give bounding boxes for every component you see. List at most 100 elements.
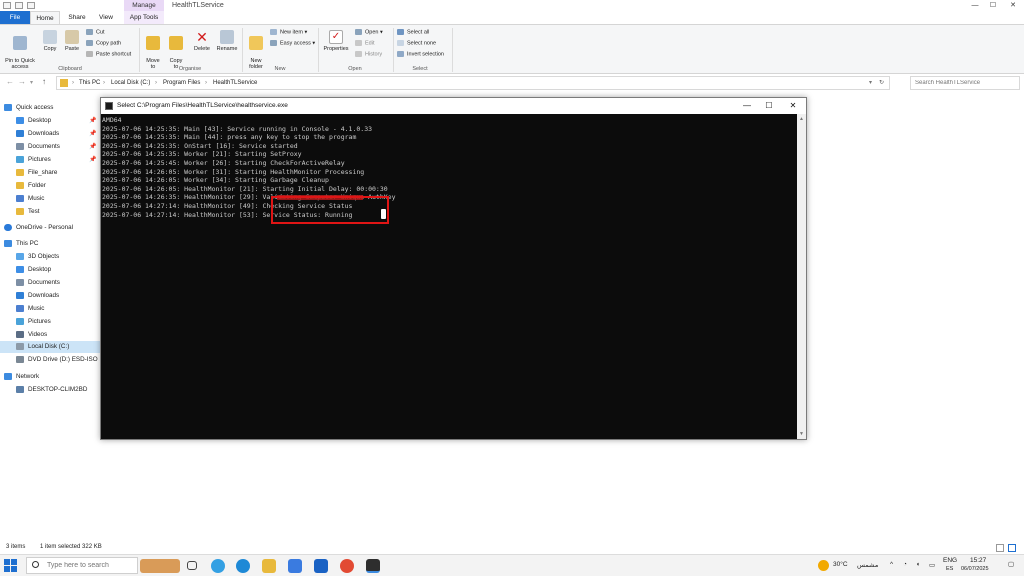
nav-network-desktop[interactable]: DESKTOP-CLIM2BD bbox=[16, 384, 87, 396]
nav-quick-downloads[interactable]: Downloads bbox=[16, 128, 59, 140]
edge-icon[interactable] bbox=[236, 559, 250, 573]
volume-icon[interactable]: ◖ bbox=[916, 561, 920, 568]
breadcrumb-local-disk[interactable]: Local Disk (C:) bbox=[111, 77, 150, 89]
console-window[interactable]: Select C:\Program Files\HealthTLService\… bbox=[100, 97, 807, 440]
delete-button[interactable]: ✕ Delete bbox=[191, 30, 213, 52]
minimize-button[interactable]: — bbox=[966, 0, 984, 11]
nav-onedrive[interactable]: OneDrive - Personal bbox=[4, 222, 73, 234]
console-title-bar[interactable]: Select C:\Program Files\HealthTLService\… bbox=[101, 98, 806, 114]
tab-share[interactable]: Share bbox=[62, 11, 92, 24]
nav-pc-music[interactable]: Music bbox=[16, 303, 44, 315]
pin-icon[interactable]: 📌 bbox=[89, 130, 96, 137]
console-scrollbar[interactable]: ▲ ▼ bbox=[797, 114, 806, 439]
tab-home[interactable]: Home bbox=[30, 11, 60, 24]
outlook-icon[interactable] bbox=[314, 559, 328, 573]
tab-view[interactable]: View bbox=[92, 11, 120, 24]
task-view-icon[interactable] bbox=[187, 561, 197, 570]
keyboard-layout[interactable]: ES bbox=[946, 566, 953, 572]
address-bar[interactable]: › This PC › Local Disk (C:) › Program Fi… bbox=[56, 76, 890, 90]
nav-quick-documents[interactable]: Documents bbox=[16, 141, 60, 153]
chrome-icon[interactable] bbox=[340, 559, 354, 573]
nav-quick-folder[interactable]: Folder bbox=[16, 180, 46, 192]
recent-dropdown-icon[interactable]: ▾ bbox=[30, 79, 33, 86]
weather-description[interactable]: مشمس bbox=[857, 561, 878, 569]
copy-path-button[interactable]: Copy path bbox=[86, 40, 121, 47]
pin-icon[interactable]: 📌 bbox=[89, 156, 96, 163]
nav-pc-dvd-drive[interactable]: DVD Drive (D:) ESD-ISO bbox=[16, 354, 98, 366]
quick-access-new-folder-icon[interactable] bbox=[15, 2, 23, 9]
new-item-button[interactable]: New item ▾ bbox=[270, 29, 307, 36]
nav-quick-access[interactable]: Quick access bbox=[4, 102, 53, 114]
open-button[interactable]: Open ▾ bbox=[355, 29, 383, 36]
quick-access-dropdown-icon[interactable] bbox=[27, 2, 35, 9]
tab-file[interactable]: File bbox=[0, 11, 30, 24]
console-minimize-button[interactable]: — bbox=[735, 98, 759, 114]
copy-button[interactable]: Copy bbox=[40, 30, 60, 52]
refresh-icon[interactable]: ↻ bbox=[879, 77, 884, 89]
nav-network[interactable]: Network bbox=[4, 371, 39, 383]
properties-button[interactable]: ✓ Properties bbox=[321, 30, 351, 52]
copilot-icon[interactable] bbox=[211, 559, 225, 573]
paste-shortcut-button[interactable]: Paste shortcut bbox=[86, 51, 131, 58]
console-maximize-button[interactable]: ☐ bbox=[757, 98, 781, 114]
nav-quick-test[interactable]: Test bbox=[16, 206, 40, 218]
address-dropdown-icon[interactable]: ▾ bbox=[869, 77, 872, 89]
nav-pc-desktop[interactable]: Desktop bbox=[16, 264, 51, 276]
scroll-down-icon[interactable]: ▼ bbox=[799, 431, 804, 437]
maximize-button[interactable]: ☐ bbox=[984, 0, 1002, 11]
weather-temperature[interactable]: 30°C bbox=[833, 561, 848, 568]
cut-button[interactable]: Cut bbox=[86, 29, 105, 36]
close-button[interactable]: ✕ bbox=[1004, 0, 1022, 11]
move-to-button[interactable]: Move to bbox=[143, 30, 163, 70]
nav-pc-videos[interactable]: Videos bbox=[16, 329, 47, 341]
new-folder-button[interactable]: New folder bbox=[245, 30, 267, 70]
console-output[interactable]: AMD64 2025-07-06 14:25:35: Main [43]: Ser… bbox=[101, 114, 797, 439]
back-arrow-icon[interactable]: ← bbox=[6, 77, 14, 86]
up-arrow-icon[interactable]: ↑ bbox=[42, 77, 46, 86]
nav-pc-3d-objects[interactable]: 3D Objects bbox=[16, 251, 59, 263]
taskbar-search-input[interactable] bbox=[26, 557, 138, 574]
tab-app-tools[interactable]: App Tools bbox=[124, 11, 164, 24]
network-tray-icon[interactable]: ◔ bbox=[903, 561, 907, 568]
rename-button[interactable]: Rename bbox=[215, 30, 239, 52]
pin-icon[interactable]: 📌 bbox=[89, 117, 96, 124]
edit-button[interactable]: Edit bbox=[355, 40, 374, 47]
invert-selection-button[interactable]: Invert selection bbox=[397, 51, 444, 58]
copy-to-button[interactable]: Copy to bbox=[166, 30, 186, 70]
manage-tab[interactable]: Manage bbox=[124, 0, 164, 11]
select-none-button[interactable]: Select none bbox=[397, 40, 436, 47]
nav-quick-music[interactable]: Music bbox=[16, 193, 44, 205]
pin-icon[interactable]: 📌 bbox=[89, 143, 96, 150]
console-taskbar-icon[interactable] bbox=[366, 559, 380, 573]
scroll-up-icon[interactable]: ▲ bbox=[799, 116, 804, 122]
search-highlight-image[interactable] bbox=[140, 559, 180, 573]
battery-icon[interactable]: ▭ bbox=[929, 561, 935, 569]
pin-to-quick-access-button[interactable]: Pin to Quick access bbox=[2, 30, 38, 70]
large-icons-view-icon[interactable] bbox=[1008, 544, 1016, 552]
easy-access-button[interactable]: Easy access ▾ bbox=[270, 40, 315, 47]
nav-pc-documents[interactable]: Documents bbox=[16, 277, 60, 289]
windows-start-icon[interactable] bbox=[4, 559, 17, 572]
console-close-button[interactable]: ✕ bbox=[781, 98, 805, 114]
forward-arrow-icon[interactable]: → bbox=[18, 77, 26, 86]
language-indicator[interactable]: ENG bbox=[943, 557, 957, 564]
nav-quick-pictures[interactable]: Pictures bbox=[16, 154, 51, 166]
breadcrumb-this-pc[interactable]: This PC bbox=[79, 77, 100, 89]
weather-sun-icon[interactable] bbox=[818, 560, 829, 571]
nav-quick-desktop[interactable]: Desktop bbox=[16, 115, 51, 127]
quick-access-properties-icon[interactable] bbox=[3, 2, 11, 9]
clock-time[interactable]: 15:27 bbox=[970, 557, 986, 564]
history-button[interactable]: History bbox=[355, 51, 382, 58]
breadcrumb-program-files[interactable]: Program Files bbox=[163, 77, 200, 89]
paste-button[interactable]: Paste bbox=[62, 30, 82, 52]
notifications-icon[interactable]: ▢ bbox=[1008, 560, 1014, 568]
nav-pc-downloads[interactable]: Downloads bbox=[16, 290, 59, 302]
store-icon[interactable] bbox=[288, 559, 302, 573]
nav-quick-file-share[interactable]: File_share bbox=[16, 167, 57, 179]
details-view-icon[interactable] bbox=[996, 544, 1004, 552]
search-input[interactable] bbox=[910, 76, 1020, 90]
clock-date[interactable]: 06/07/2025 bbox=[961, 566, 989, 572]
nav-pc-pictures[interactable]: Pictures bbox=[16, 316, 51, 328]
breadcrumb-healthtlservice[interactable]: HealthTLService bbox=[213, 77, 257, 89]
nav-pc-local-disk[interactable]: Local Disk (C:) bbox=[0, 341, 100, 353]
